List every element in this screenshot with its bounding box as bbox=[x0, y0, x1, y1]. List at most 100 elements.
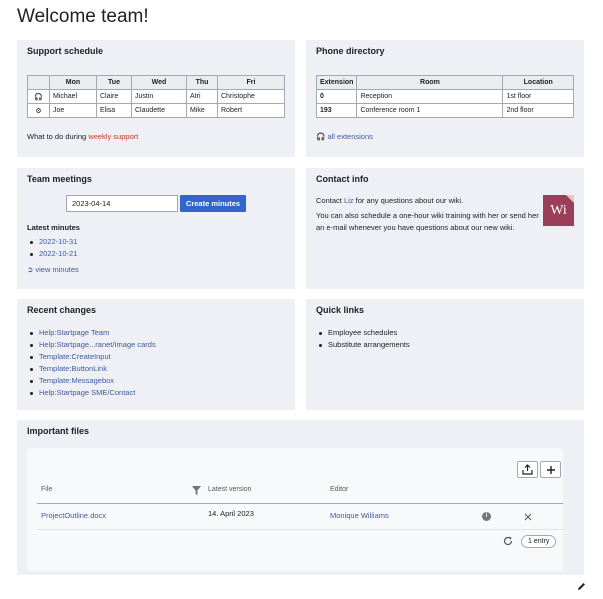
table-cell: Claire bbox=[96, 89, 132, 104]
support-schedule-title: Support schedule bbox=[27, 46, 104, 56]
table-row: ⚙ Joe Elisa Claudette Mike Robert bbox=[27, 103, 285, 118]
recent-changes-panel: Recent changes Help:Startpage Team Help:… bbox=[17, 299, 295, 410]
recent-change-link[interactable]: Template:Messagebox bbox=[39, 376, 114, 385]
table-cell: 2nd floor bbox=[502, 103, 574, 118]
view-minutes-label: view minutes bbox=[35, 265, 79, 274]
close-icon[interactable] bbox=[524, 513, 532, 521]
contact-info-title: Contact info bbox=[316, 174, 369, 184]
column-header-editor[interactable]: Editor bbox=[330, 486, 348, 493]
table-header-divider bbox=[37, 503, 563, 504]
recent-change-link[interactable]: Help:Startpage Team bbox=[39, 328, 109, 337]
plus-icon bbox=[546, 466, 555, 474]
recent-change-link[interactable]: Template:CreateInput bbox=[39, 352, 111, 361]
recent-changes-title: Recent changes bbox=[27, 305, 97, 315]
table-cell: Michael bbox=[49, 89, 97, 104]
list-item: Template:Messagebox bbox=[27, 375, 156, 387]
upload-button[interactable] bbox=[517, 461, 538, 478]
quick-link[interactable]: Employee schedules bbox=[328, 328, 397, 337]
table-header: Room bbox=[356, 75, 504, 90]
edit-pencil-icon[interactable] bbox=[577, 582, 586, 591]
contact-person-link[interactable]: Liz bbox=[344, 196, 354, 205]
filter-icon[interactable] bbox=[192, 486, 201, 495]
table-cell: Christophe bbox=[217, 89, 285, 104]
table-header bbox=[27, 75, 50, 90]
list-item: Template:ButtonLink bbox=[27, 363, 156, 375]
minutes-link[interactable]: 2022-10-21 bbox=[39, 249, 77, 258]
table-cell: Conference room 1 bbox=[356, 103, 504, 118]
support-schedule-panel: Support schedule Mon Tue Wed Thu Fri 🎧 M… bbox=[17, 40, 295, 157]
meeting-date-input[interactable] bbox=[66, 195, 178, 212]
contact-info-panel: Contact info Contact Liz for any questio… bbox=[306, 168, 584, 289]
table-header: Fri bbox=[217, 75, 285, 90]
list-item: 2022-10-31 bbox=[27, 236, 77, 248]
column-header-file[interactable]: File bbox=[41, 486, 52, 493]
upload-icon bbox=[522, 464, 533, 475]
wiki-logo: Wi bbox=[543, 195, 574, 226]
contact-line-1: Contact Liz for any questions about our … bbox=[316, 196, 541, 205]
table-row: 0 Reception 1st floor bbox=[315, 89, 574, 104]
table-cell: 0 bbox=[315, 89, 358, 104]
table-header: Location bbox=[502, 75, 574, 90]
headset-icon: 🎧 bbox=[27, 89, 50, 104]
table-header: Tue bbox=[96, 75, 132, 90]
list-item: Template:CreateInput bbox=[27, 351, 156, 363]
page-title: Welcome team! bbox=[17, 6, 149, 27]
quick-link[interactable]: Substitute arrangements bbox=[328, 340, 410, 349]
table-header: Extension bbox=[315, 75, 358, 90]
refresh-icon[interactable] bbox=[503, 536, 513, 546]
table-cell: Elisa bbox=[96, 103, 132, 118]
support-schedule-table: Mon Tue Wed Thu Fri 🎧 Michael Claire Jus… bbox=[27, 75, 285, 118]
phone-directory-panel: Phone directory Extension Room Location … bbox=[306, 40, 584, 157]
recent-change-link[interactable]: Help:Startpage...ranet/Image cards bbox=[39, 340, 156, 349]
create-minutes-button[interactable]: Create minutes bbox=[180, 195, 246, 212]
row-divider bbox=[37, 529, 563, 530]
table-cell: Reception bbox=[356, 89, 504, 104]
circle-arrow-icon: ➲ bbox=[27, 265, 34, 274]
table-cell: Robert bbox=[217, 103, 285, 118]
column-header-version[interactable]: Latest version bbox=[208, 486, 252, 493]
file-version: 14. April 2023 bbox=[208, 509, 254, 518]
headset-icon: 🎧 bbox=[316, 132, 326, 141]
quick-links-panel: Quick links Employee schedules Substitut… bbox=[306, 299, 584, 410]
editor-link[interactable]: Monique Williams bbox=[330, 511, 389, 520]
list-item: Substitute arrangements bbox=[316, 339, 410, 351]
table-row: 193 Conference room 1 2nd floor bbox=[315, 103, 574, 118]
table-cell: 193 bbox=[315, 103, 358, 118]
all-extensions-link[interactable]: 🎧 all extensions bbox=[316, 132, 373, 141]
list-item: Help:Startpage SME/Contact bbox=[27, 387, 156, 399]
important-files-panel: Important files File Latest version Edit… bbox=[17, 420, 584, 575]
weekly-support-link[interactable]: weekly support bbox=[88, 132, 138, 141]
info-icon[interactable]: i bbox=[482, 512, 491, 521]
table-header: Mon bbox=[49, 75, 97, 90]
list-item: Employee schedules bbox=[316, 327, 410, 339]
quick-links-title: Quick links bbox=[316, 305, 365, 315]
list-item: Help:Startpage Team bbox=[27, 327, 156, 339]
support-footer-text: What to do during bbox=[27, 132, 89, 141]
quick-links-list: Employee schedules Substitute arrangemen… bbox=[316, 327, 410, 351]
phone-directory-title: Phone directory bbox=[316, 46, 385, 56]
all-extensions-label: all extensions bbox=[327, 132, 373, 141]
minutes-link[interactable]: 2022-10-31 bbox=[39, 237, 77, 246]
files-card: File Latest version Editor ProjectOutlin… bbox=[27, 448, 563, 571]
table-cell: 1st floor bbox=[502, 89, 574, 104]
list-item: 2022-10-21 bbox=[27, 248, 77, 260]
phone-directory-table: Extension Room Location 0 Reception 1st … bbox=[315, 75, 574, 118]
recent-change-link[interactable]: Template:ButtonLink bbox=[39, 364, 107, 373]
table-cell: Mike bbox=[186, 103, 218, 118]
add-button[interactable] bbox=[540, 461, 561, 478]
team-meetings-title: Team meetings bbox=[27, 174, 92, 184]
table-header: Thu bbox=[186, 75, 218, 90]
contact-line-2: You can also schedule a one-hour wiki tr… bbox=[316, 211, 539, 232]
table-cell: Claudette bbox=[131, 103, 187, 118]
file-link[interactable]: ProjectOutline.docx bbox=[41, 511, 106, 520]
table-cell: Joe bbox=[49, 103, 97, 118]
team-meetings-panel: Team meetings Create minutes Latest minu… bbox=[17, 168, 295, 289]
recent-change-link[interactable]: Help:Startpage SME/Contact bbox=[39, 388, 135, 397]
entry-count-badge: 1 entry bbox=[521, 535, 557, 548]
important-files-title: Important files bbox=[27, 426, 90, 436]
minutes-list: 2022-10-31 2022-10-21 bbox=[27, 236, 77, 260]
view-minutes-link[interactable]: ➲ view minutes bbox=[27, 265, 79, 274]
contact-text: Contact bbox=[316, 196, 344, 205]
table-row: 🎧 Michael Claire Justin Atri Christophe bbox=[27, 89, 285, 104]
table-cell: Justin bbox=[131, 89, 187, 104]
